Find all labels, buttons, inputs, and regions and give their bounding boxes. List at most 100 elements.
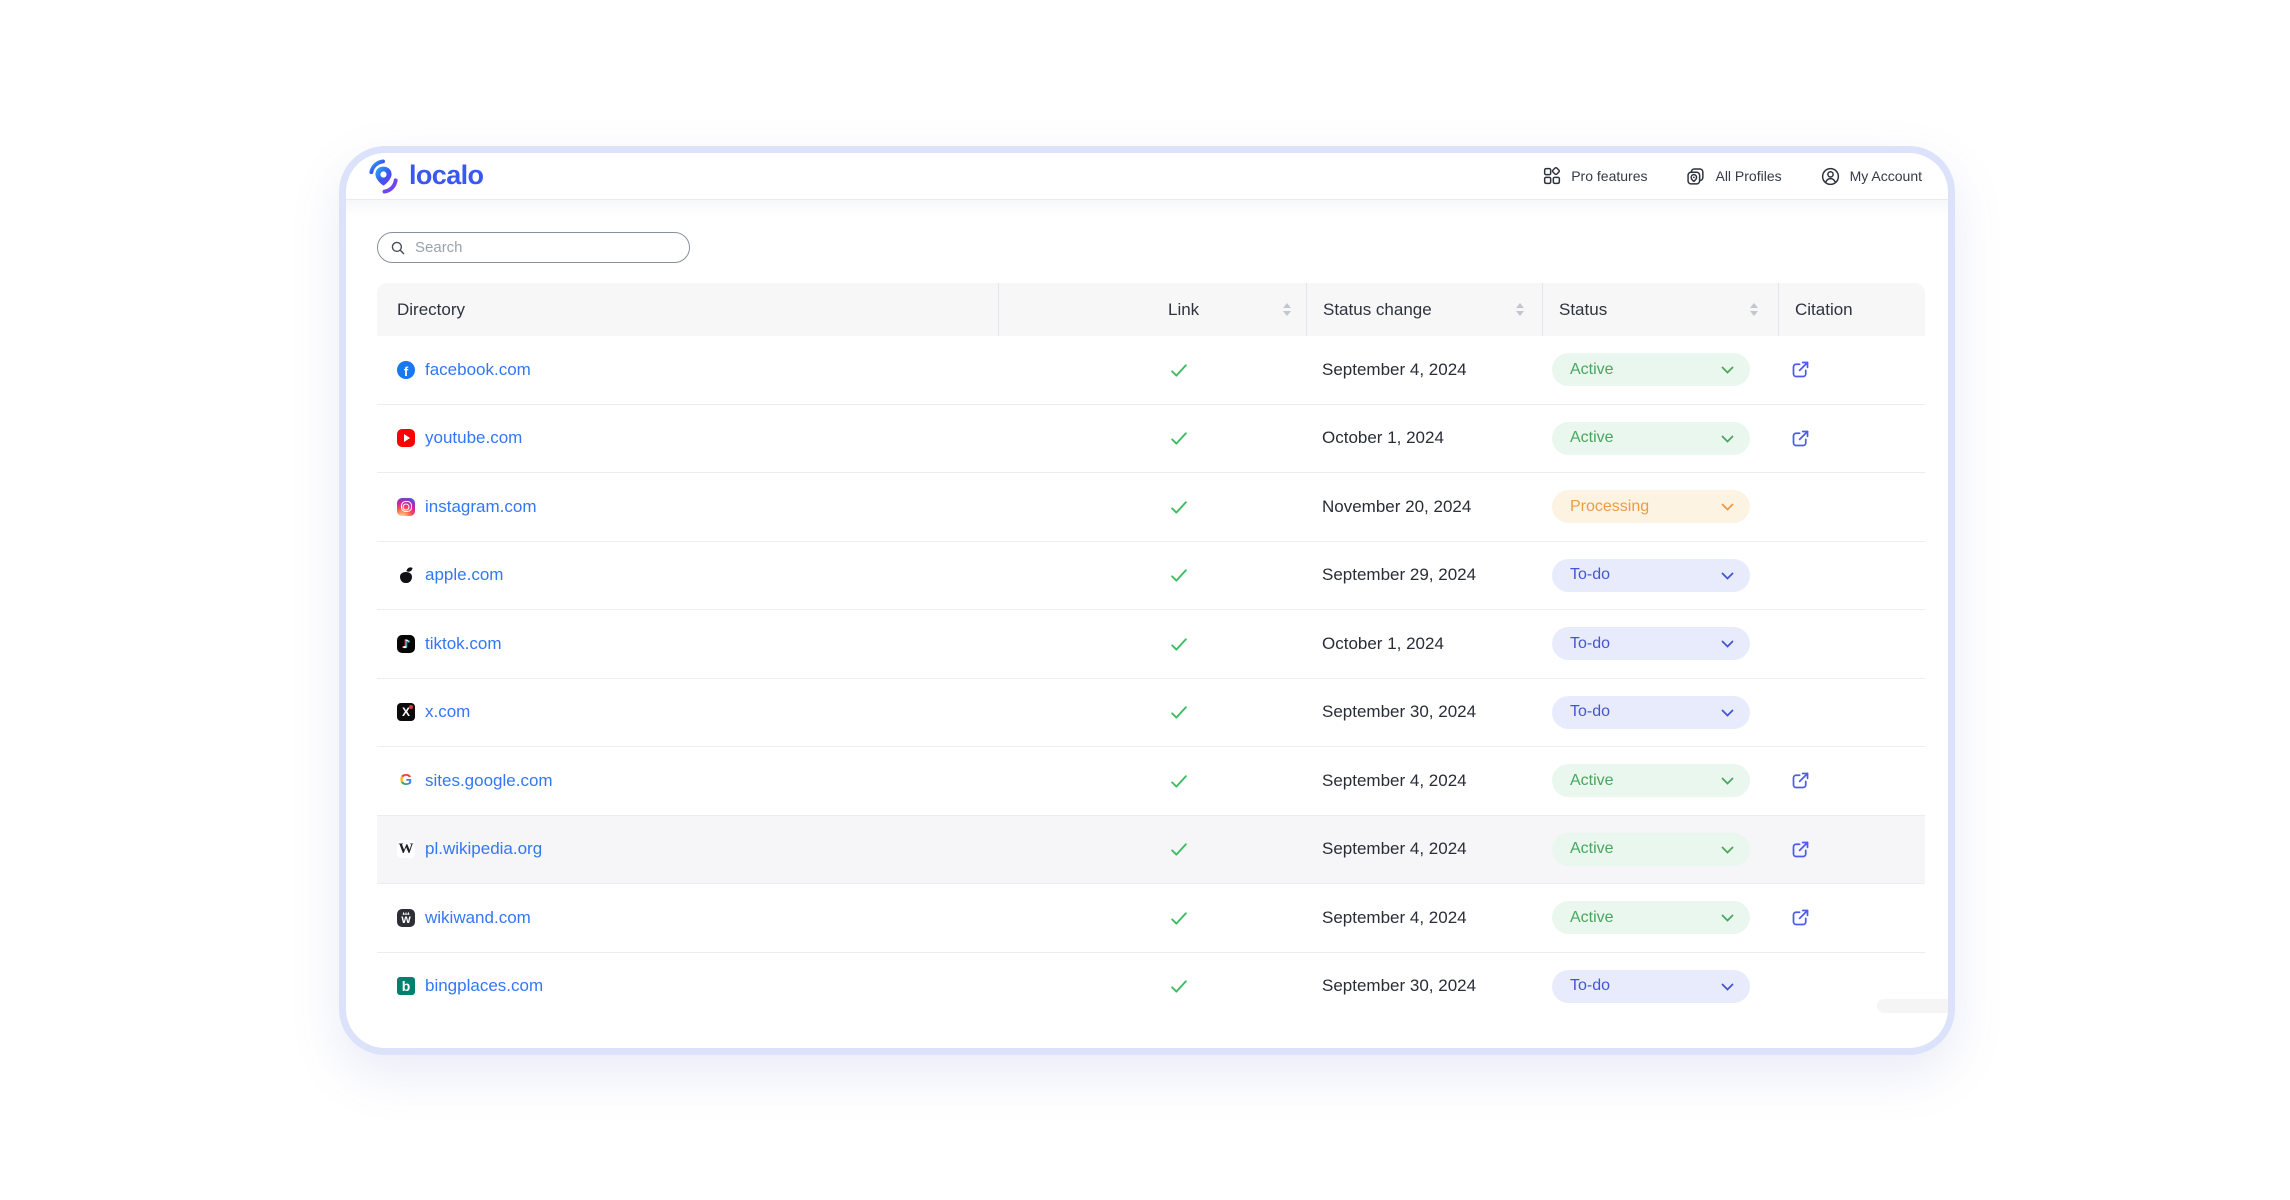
column-label: Citation xyxy=(1795,300,1853,320)
instagram-favicon-icon xyxy=(397,498,415,516)
status-dropdown[interactable]: Active xyxy=(1552,901,1750,934)
directory-link[interactable]: apple.com xyxy=(425,565,503,585)
citation-external-link-icon[interactable] xyxy=(1790,428,1811,449)
chevron-down-icon xyxy=(1721,846,1734,854)
nav-my-account[interactable]: My Account xyxy=(1820,166,1922,187)
column-header-status-change[interactable]: Status change xyxy=(1306,283,1542,336)
nav-all-profiles-label: All Profiles xyxy=(1715,168,1781,184)
nav-pro-features-label: Pro features xyxy=(1571,168,1647,184)
status-label: To-do xyxy=(1570,703,1610,721)
status-dropdown[interactable]: To-do xyxy=(1552,559,1750,592)
citation-external-link-icon[interactable] xyxy=(1790,907,1811,928)
status-change-date: September 29, 2024 xyxy=(1322,565,1476,585)
column-label: Link xyxy=(1168,300,1199,320)
chevron-down-icon xyxy=(1721,503,1734,511)
chevron-down-icon xyxy=(1721,777,1734,785)
status-change-date: September 4, 2024 xyxy=(1322,360,1467,380)
nav-all-profiles[interactable]: All Profiles xyxy=(1685,166,1781,187)
sort-icon[interactable] xyxy=(1516,303,1524,316)
grid-icon xyxy=(1542,166,1562,186)
table-row: sites.google.com September 4, 2024 Activ… xyxy=(377,747,1925,816)
status-dropdown[interactable]: Processing xyxy=(1552,490,1750,523)
table-header: Directory Link Status change Status Cita… xyxy=(377,283,1925,336)
status-dropdown[interactable]: To-do xyxy=(1552,627,1750,660)
citation-external-link-icon[interactable] xyxy=(1790,359,1811,380)
wikipedia-favicon-icon xyxy=(397,840,415,858)
status-label: To-do xyxy=(1570,566,1610,584)
link-check-icon xyxy=(1168,427,1190,449)
link-check-icon xyxy=(1168,838,1190,860)
link-check-icon xyxy=(1168,975,1190,997)
nav-pro-features[interactable]: Pro features xyxy=(1542,166,1647,186)
column-header-directory: Directory xyxy=(377,283,998,336)
table-row: youtube.com October 1, 2024 Active xyxy=(377,405,1925,474)
directory-link[interactable]: sites.google.com xyxy=(425,771,553,791)
search-input[interactable] xyxy=(413,238,677,257)
column-label: Directory xyxy=(397,300,465,320)
directory-link[interactable]: facebook.com xyxy=(425,360,531,380)
top-bar: localo Pro features xyxy=(346,153,1948,199)
link-check-icon xyxy=(1168,701,1190,723)
directory-link[interactable]: wikiwand.com xyxy=(425,908,531,928)
column-label: Status change xyxy=(1323,300,1432,320)
directory-link[interactable]: tiktok.com xyxy=(425,634,502,654)
status-change-date: September 4, 2024 xyxy=(1322,771,1467,791)
status-dropdown[interactable]: To-do xyxy=(1552,696,1750,729)
chevron-down-icon xyxy=(1721,640,1734,648)
faint-watermark xyxy=(1877,999,1948,1013)
status-label: Active xyxy=(1570,772,1614,790)
sort-icon[interactable] xyxy=(1750,303,1758,316)
search-box[interactable] xyxy=(377,232,690,263)
directory-link[interactable]: instagram.com xyxy=(425,497,536,517)
status-dropdown[interactable]: Active xyxy=(1552,422,1750,455)
directory-link[interactable]: pl.wikipedia.org xyxy=(425,839,542,859)
status-change-date: September 4, 2024 xyxy=(1322,839,1467,859)
x-favicon-icon xyxy=(397,703,415,721)
directory-link[interactable]: youtube.com xyxy=(425,428,522,448)
citation-external-link-icon[interactable] xyxy=(1790,839,1811,860)
citation-external-link-icon[interactable] xyxy=(1790,770,1811,791)
table-row: pl.wikipedia.org September 4, 2024 Activ… xyxy=(377,816,1925,885)
directory-table: Directory Link Status change Status Cita… xyxy=(377,283,1925,1020)
status-dropdown[interactable]: To-do xyxy=(1552,970,1750,1003)
link-check-icon xyxy=(1168,633,1190,655)
apple-favicon-icon xyxy=(397,566,415,584)
bing-favicon-icon xyxy=(397,977,415,995)
link-check-icon xyxy=(1168,359,1190,381)
status-label: To-do xyxy=(1570,635,1610,653)
account-icon xyxy=(1820,166,1841,187)
directory-link[interactable]: bingplaces.com xyxy=(425,976,543,996)
table-row: facebook.com September 4, 2024 Active xyxy=(377,336,1925,405)
chevron-down-icon xyxy=(1721,709,1734,717)
status-label: Active xyxy=(1570,429,1614,447)
status-change-date: September 30, 2024 xyxy=(1322,976,1476,996)
top-nav: Pro features All Profiles xyxy=(1542,166,1922,187)
status-dropdown[interactable]: Active xyxy=(1552,353,1750,386)
google-favicon-icon xyxy=(397,772,415,790)
status-change-date: November 20, 2024 xyxy=(1322,497,1471,517)
status-dropdown[interactable]: Active xyxy=(1552,764,1750,797)
brand-wordmark: localo xyxy=(409,160,483,191)
chevron-down-icon xyxy=(1721,366,1734,374)
status-change-date: September 4, 2024 xyxy=(1322,908,1467,928)
column-header-link[interactable]: Link xyxy=(1147,283,1306,336)
status-change-date: September 30, 2024 xyxy=(1322,702,1476,722)
facebook-favicon-icon xyxy=(397,361,415,379)
tiktok-favicon-icon xyxy=(397,635,415,653)
column-header-citation: Citation xyxy=(1778,283,1925,336)
topbar-divider xyxy=(346,199,1948,200)
sort-icon[interactable] xyxy=(1283,303,1291,316)
chevron-down-icon xyxy=(1721,914,1734,922)
column-header-status[interactable]: Status xyxy=(1542,283,1778,336)
localo-logo[interactable]: localo xyxy=(365,156,483,197)
status-label: Processing xyxy=(1570,498,1649,516)
directory-link[interactable]: x.com xyxy=(425,702,470,722)
link-check-icon xyxy=(1168,770,1190,792)
search-icon xyxy=(390,240,406,256)
wikiwand-favicon-icon xyxy=(397,909,415,927)
link-check-icon xyxy=(1168,907,1190,929)
column-spacer xyxy=(998,283,1147,336)
localo-pin-icon xyxy=(365,156,402,197)
profiles-pin-icon xyxy=(1685,166,1706,187)
status-dropdown[interactable]: Active xyxy=(1552,833,1750,866)
